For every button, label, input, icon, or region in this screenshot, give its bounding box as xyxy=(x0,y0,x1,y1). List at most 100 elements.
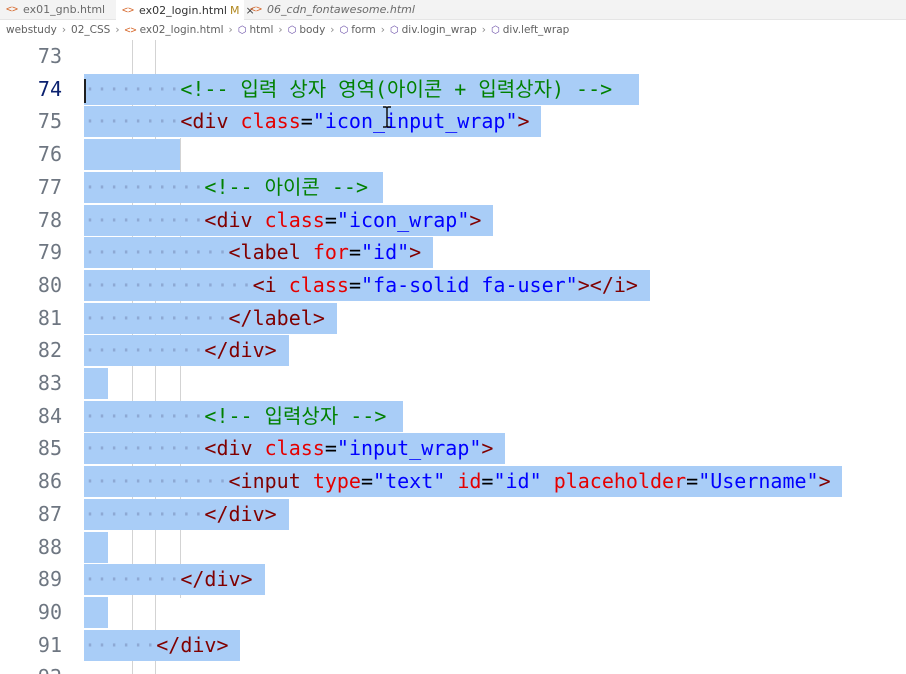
breadcrumb-item[interactable]: div.left_wrap xyxy=(503,24,570,36)
line-number: 90 xyxy=(37,599,62,624)
chevron-right-icon: › xyxy=(61,24,67,36)
code-token: = xyxy=(686,469,699,494)
code-token: </ xyxy=(204,338,229,363)
code-text: ······</div> xyxy=(84,629,229,662)
whitespace-markers: ······ xyxy=(84,632,157,657)
code-token: > xyxy=(312,305,325,330)
code-line[interactable]: 84 ··········<!-- 입력상자 --> xyxy=(0,400,906,433)
line-number: 83 xyxy=(37,371,62,395)
code-token: < xyxy=(204,436,217,461)
code-text: ············<input type="text" id="id" p… xyxy=(84,465,831,498)
code-text: ············<label for="id"> xyxy=(84,236,421,269)
code-line[interactable]: 83 xyxy=(0,367,906,400)
line-number: 91 xyxy=(37,632,62,657)
code-line[interactable]: 88 xyxy=(0,531,906,564)
line-number: 84 xyxy=(37,403,62,428)
code-token: i xyxy=(264,272,277,297)
code-token: <!-- 입력상자 --> xyxy=(204,403,387,428)
tab-ex01-gnb[interactable]: <> ex01_gnb.html xyxy=(0,0,116,19)
code-line[interactable]: 80 ··············<i class="fa-solid fa-us… xyxy=(0,269,906,302)
line-number: 80 xyxy=(37,272,62,297)
code-token: div xyxy=(216,436,253,461)
code-token: class xyxy=(264,436,325,461)
code-token: ></ xyxy=(577,272,614,297)
code-line[interactable]: 75 ········<div class="icon_input_wrap"> xyxy=(0,105,906,138)
breadcrumb-item[interactable]: div.login_wrap xyxy=(402,24,477,36)
code-token: </ xyxy=(204,501,229,526)
mouse-ibeam-cursor-icon xyxy=(383,106,391,128)
html-file-icon: <> xyxy=(124,24,137,36)
line-number: 86 xyxy=(37,469,62,494)
whitespace-markers: ·········· xyxy=(84,338,205,363)
tab-ex02-login[interactable]: <> ex02_login.html M × xyxy=(116,0,255,20)
code-line[interactable]: 92 xyxy=(0,661,906,674)
selection-highlight xyxy=(84,596,108,628)
tab-06-cdn-fontawesome[interactable]: <> 06_cdn_fontawesome.html xyxy=(244,0,415,19)
code-token: class xyxy=(288,272,349,297)
code-line[interactable]: 85 ··········<div class="input_wrap"> xyxy=(0,432,906,465)
line-number: 81 xyxy=(37,305,62,330)
breadcrumb-item[interactable]: 02_CSS xyxy=(71,24,110,36)
code-text: ··········<!-- 아이콘 --> xyxy=(84,171,368,204)
whitespace-markers: ·········· xyxy=(84,501,205,526)
breadcrumb-item[interactable]: webstudy xyxy=(6,24,57,36)
code-line[interactable]: 74 ········<!-- 입력 상자 영역(아이콘 + 입력상자) --> xyxy=(0,73,906,106)
element-icon: ⬡ xyxy=(491,24,500,36)
code-token: placeholder xyxy=(553,469,687,494)
code-token: < xyxy=(180,109,193,134)
breadcrumb-item[interactable]: form xyxy=(351,24,375,36)
breadcrumb-item[interactable]: html xyxy=(249,24,273,36)
code-token: "icon_wrap" xyxy=(336,207,470,232)
breadcrumb-item[interactable]: ex02_login.html xyxy=(140,24,224,36)
html-file-icon: <> xyxy=(6,4,19,15)
code-editor[interactable]: 73 74 ········<!-- 입력 상자 영역(아이콘 + 입력상자) --… xyxy=(0,40,906,674)
code-line[interactable]: 73 xyxy=(0,40,906,73)
code-token: div xyxy=(216,207,253,232)
code-token: <!-- 아이콘 --> xyxy=(204,174,368,199)
breadcrumb: webstudy › 02_CSS › <> ex02_login.html ›… xyxy=(0,20,906,40)
code-line[interactable]: 82 ··········</div> xyxy=(0,334,906,367)
chevron-right-icon: › xyxy=(278,24,283,36)
code-token: = xyxy=(481,469,494,494)
whitespace-markers: ·············· xyxy=(84,272,253,297)
code-line[interactable]: 78 ··········<div class="icon_wrap"> xyxy=(0,204,906,237)
html-file-icon: <> xyxy=(250,4,263,15)
code-token: = xyxy=(348,272,361,297)
line-number: 74 xyxy=(37,76,62,101)
breadcrumb-item[interactable]: body xyxy=(299,24,325,36)
code-token: "fa-solid fa-user" xyxy=(360,272,578,297)
code-token: < xyxy=(228,240,241,265)
code-token: class xyxy=(264,207,325,232)
code-token: for xyxy=(312,240,349,265)
code-line[interactable]: 90 xyxy=(0,596,906,629)
code-token: < xyxy=(228,469,241,494)
code-line[interactable]: 79 ············<label for="id"> xyxy=(0,236,906,269)
line-number: 79 xyxy=(37,240,62,265)
code-token: > xyxy=(409,240,422,265)
code-line[interactable]: 86 ············<input type="text" id="id"… xyxy=(0,465,906,498)
code-token: id xyxy=(457,469,482,494)
code-line[interactable]: 87 ··········</div> xyxy=(0,498,906,531)
whitespace-markers: ········ xyxy=(84,76,181,101)
code-line[interactable]: 89 ········</div> xyxy=(0,563,906,596)
code-line[interactable]: 76 xyxy=(0,138,906,171)
code-token: div xyxy=(228,338,265,363)
code-token: div xyxy=(228,501,265,526)
code-token: <!-- 입력 상자 영역(아이콘 + 입력상자) --> xyxy=(180,76,613,101)
code-token: > xyxy=(264,501,277,526)
code-token: input xyxy=(240,469,301,494)
text-cursor xyxy=(84,79,86,103)
code-token: "input_wrap" xyxy=(336,436,482,461)
code-token: > xyxy=(481,436,494,461)
code-token: "Username" xyxy=(698,469,819,494)
code-token: i xyxy=(613,272,626,297)
whitespace-markers: ········ xyxy=(84,109,181,134)
code-line[interactable]: 81 ············</label> xyxy=(0,302,906,335)
code-token: = xyxy=(300,109,313,134)
editor-tab-bar: <> ex01_gnb.html <> ex02_login.html M × … xyxy=(0,0,906,20)
element-icon: ⬡ xyxy=(237,24,247,36)
code-line[interactable]: 91 ······</div> xyxy=(0,629,906,662)
code-line[interactable]: 77 ··········<!-- 아이콘 --> xyxy=(0,171,906,204)
